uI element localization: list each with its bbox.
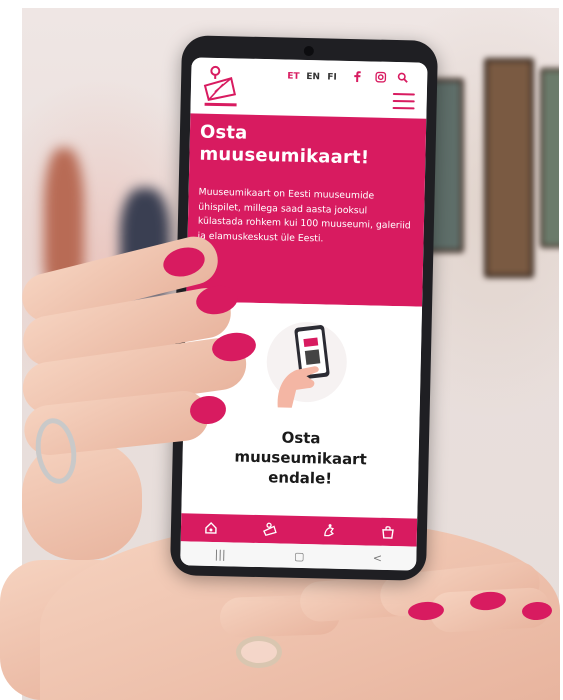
menu-icon[interactable] [392, 92, 415, 110]
bag-icon[interactable] [379, 524, 395, 540]
front-camera [303, 45, 314, 57]
hero-description: Muuseumikaart on Eesti muuseumide ühispi… [197, 186, 411, 244]
facebook-icon[interactable] [353, 71, 361, 83]
home-icon[interactable] [202, 520, 218, 536]
system-nav-bar: ||| ▢ < [180, 541, 417, 571]
lang-fi[interactable]: FI [327, 72, 337, 82]
map-icon[interactable] [261, 521, 277, 537]
phone-in-hand-illustration [266, 322, 347, 408]
gift-icon[interactable] [320, 522, 336, 538]
hero-title: Osta muuseumikaart! [199, 121, 370, 169]
site-header: ET EN FI [190, 57, 428, 119]
muuseumikaart-logo[interactable] [201, 64, 242, 109]
painting-frame [484, 58, 534, 278]
painting-frame [540, 68, 559, 248]
recent-apps-button[interactable]: ||| [214, 548, 225, 561]
instagram-icon[interactable] [375, 71, 387, 83]
card-title: Osta muuseumikaart endale! [182, 425, 419, 490]
lang-en[interactable]: EN [306, 72, 320, 82]
home-button[interactable]: ▢ [294, 549, 305, 562]
lang-et[interactable]: ET [287, 72, 300, 82]
card-title-line: endale! [268, 468, 333, 488]
hero-section: Osta muuseumikaart! Muuseumikaart on Ees… [186, 113, 427, 307]
logo-caption-mark [204, 102, 237, 107]
back-button[interactable]: < [373, 551, 383, 564]
diamond-ring [236, 636, 282, 668]
search-icon[interactable] [397, 72, 408, 83]
